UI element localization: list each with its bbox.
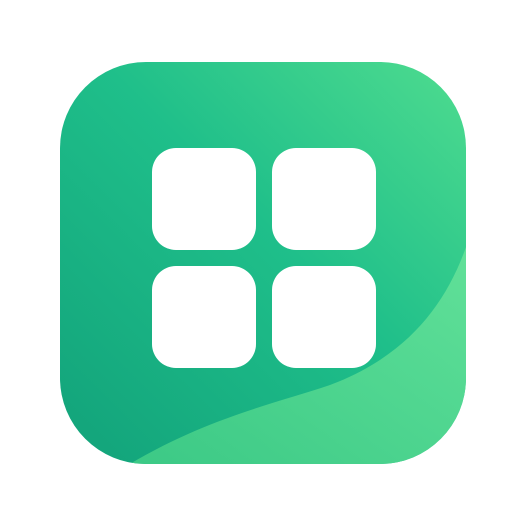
grid-tile-top-left — [152, 148, 256, 250]
app-grid-icon — [60, 62, 466, 464]
grid-tile-bottom-right — [272, 266, 376, 368]
grid-tile-bottom-left — [152, 266, 256, 368]
grid-tile-top-right — [272, 148, 376, 250]
canvas — [0, 0, 512, 512]
